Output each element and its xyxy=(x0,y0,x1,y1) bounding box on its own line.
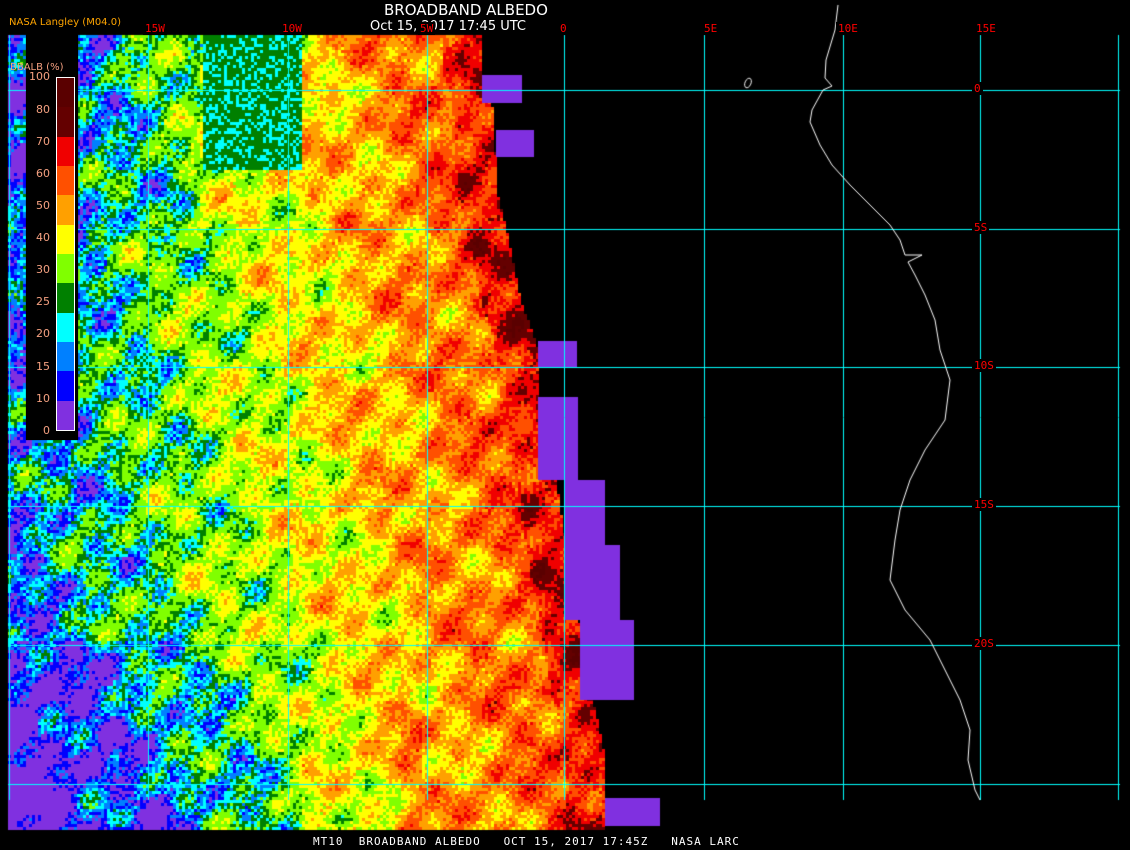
legend-tick-label: 30 xyxy=(36,263,50,276)
legend-swatch xyxy=(57,136,74,166)
legend-tick-label: 40 xyxy=(36,231,50,244)
legend-swatch xyxy=(57,371,74,401)
legend-tick-label: 0 xyxy=(43,424,50,437)
org-label: NASA Langley (M04.0) xyxy=(9,17,121,28)
latitude-label: 10S xyxy=(972,359,996,372)
legend-swatch xyxy=(57,224,74,254)
map-title: BROADBAND ALBEDO xyxy=(384,1,548,19)
longitude-label: 5E xyxy=(702,22,720,35)
legend-swatch xyxy=(57,166,74,196)
legend-swatch xyxy=(57,283,74,313)
albedo-satellite-map xyxy=(0,0,1130,850)
map-datetime: Oct 15, 2017 17:45 UTC xyxy=(370,19,526,34)
legend-tick-label: 80 xyxy=(36,103,50,116)
latitude-label: 15S xyxy=(972,498,996,511)
legend-tick-label: 25 xyxy=(36,295,50,308)
latitude-label: 20S xyxy=(972,637,996,650)
longitude-label: 15W xyxy=(143,22,167,35)
longitude-label: 5W xyxy=(418,22,436,35)
legend-tick-label: 10 xyxy=(36,392,50,405)
legend-tick-label: 70 xyxy=(36,135,50,148)
legend-tick-label: 20 xyxy=(36,327,50,340)
legend-swatch xyxy=(57,400,74,430)
legend-swatch xyxy=(57,342,74,372)
longitude-label: 10E xyxy=(836,22,860,35)
longitude-label: 0 xyxy=(558,22,569,35)
legend-tick-label: 50 xyxy=(36,199,50,212)
longitude-label: 15E xyxy=(974,22,998,35)
legend-swatch xyxy=(57,312,74,342)
latitude-label: 0 xyxy=(972,82,983,95)
legend-swatch xyxy=(57,78,74,108)
footer-caption: MT10 BROADBAND ALBEDO OCT 15, 2017 17:45… xyxy=(313,835,740,848)
legend-swatch xyxy=(57,254,74,284)
legend-tick-label: 60 xyxy=(36,167,50,180)
latitude-label: 5S xyxy=(972,221,990,234)
legend-color-bar xyxy=(56,77,75,431)
legend-tick-label: 15 xyxy=(36,360,50,373)
legend-swatch xyxy=(57,107,74,137)
longitude-label: 10W xyxy=(280,22,304,35)
legend-tick-label: 100 xyxy=(29,70,50,83)
legend-swatch xyxy=(57,195,74,225)
